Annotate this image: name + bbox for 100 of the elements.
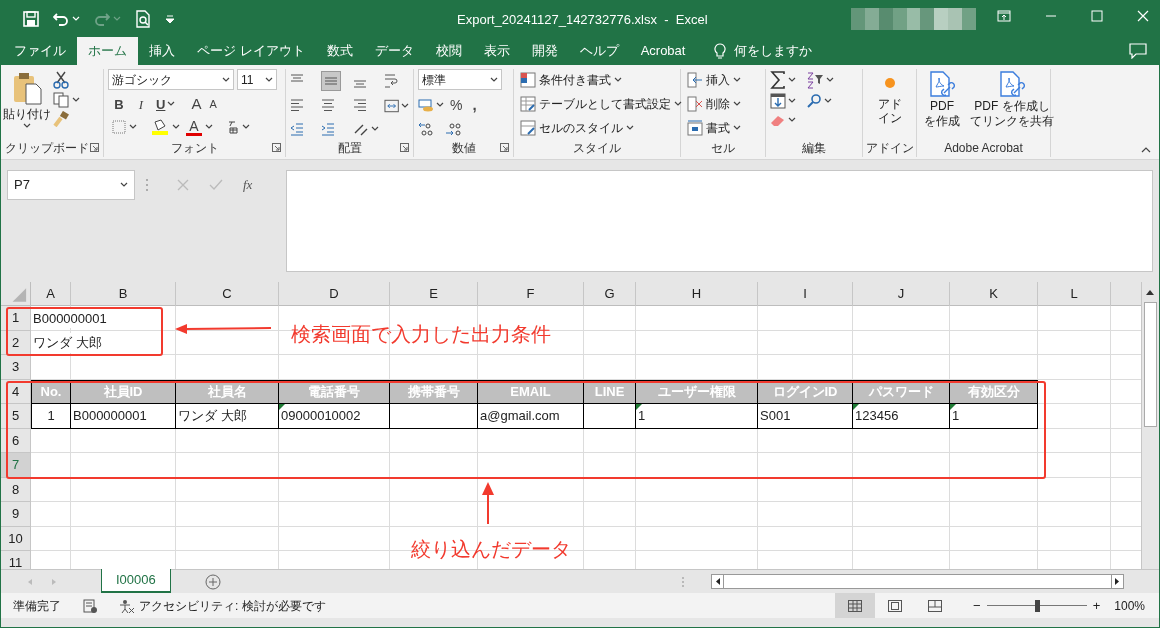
- column-header[interactable]: L: [1038, 282, 1111, 306]
- caret-icon[interactable]: [23, 123, 31, 129]
- vertical-scrollbar[interactable]: [1141, 282, 1159, 569]
- toolbar-button[interactable]: 挿入: [685, 69, 743, 91]
- caret-icon[interactable]: [733, 125, 741, 131]
- fill-down-icon[interactable]: [770, 93, 786, 109]
- maximize-icon[interactable]: [1091, 10, 1103, 22]
- caret-icon[interactable]: [733, 77, 741, 83]
- caret-icon[interactable]: [72, 97, 80, 103]
- row-header[interactable]: 11: [1, 551, 31, 569]
- caret-icon[interactable]: [265, 76, 273, 83]
- scroll-thumb[interactable]: [1144, 302, 1157, 427]
- slider-thumb[interactable]: [1034, 599, 1040, 612]
- toolbar-button[interactable]: セルのスタイル: [518, 117, 684, 139]
- accessibility-icon[interactable]: [119, 598, 135, 613]
- ribbon-tab[interactable]: 表示: [472, 37, 521, 65]
- caret-icon[interactable]: [788, 77, 796, 83]
- row-header[interactable]: 5: [1, 404, 31, 429]
- caret-icon[interactable]: [370, 126, 379, 132]
- sort-filter-icon[interactable]: [806, 71, 824, 89]
- column-header[interactable]: B: [71, 282, 176, 306]
- add-ins-button[interactable]: アド イン: [867, 69, 912, 139]
- caret-icon[interactable]: [222, 76, 230, 83]
- column-header[interactable]: C: [176, 282, 279, 306]
- customize-toolbar-icon[interactable]: [165, 14, 175, 23]
- caret-icon[interactable]: [172, 124, 180, 130]
- lightbulb-icon[interactable]: [714, 43, 727, 59]
- zoom-slider[interactable]: [986, 599, 1087, 612]
- caret-icon[interactable]: [824, 98, 832, 104]
- caret-icon[interactable]: [129, 124, 137, 130]
- font-name-field[interactable]: 游ゴシック: [108, 69, 234, 90]
- collapse-ribbon-icon[interactable]: [1141, 146, 1151, 153]
- shrink-font-button[interactable]: A: [209, 96, 217, 113]
- row-header[interactable]: 3: [1, 355, 31, 380]
- zoom-in-button[interactable]: +: [1092, 595, 1101, 616]
- toolbar-button[interactable]: 書式: [685, 117, 743, 139]
- toolbar-button[interactable]: 条件付き書式: [518, 69, 684, 91]
- toolbar-button[interactable]: 削除: [685, 93, 743, 115]
- row-header[interactable]: 9: [1, 502, 31, 527]
- scroll-up-icon[interactable]: [1145, 288, 1155, 296]
- zoom-out-button[interactable]: −: [973, 595, 981, 616]
- ribbon-tab[interactable]: ファイル: [3, 37, 77, 65]
- column-header[interactable]: A: [31, 282, 71, 306]
- paste-button[interactable]: 貼り付け: [5, 69, 49, 139]
- dialog-launcher-icon[interactable]: [90, 143, 99, 152]
- horizontal-scrollbar[interactable]: [710, 574, 1124, 589]
- align-middle-button[interactable]: [321, 71, 342, 91]
- number-format-field[interactable]: 標準: [418, 69, 502, 90]
- underline-button[interactable]: U: [156, 94, 166, 114]
- ribbon-tab[interactable]: データ: [363, 37, 425, 65]
- column-header[interactable]: F: [478, 282, 584, 306]
- column-header[interactable]: J: [853, 282, 950, 306]
- column-header[interactable]: H: [636, 282, 758, 306]
- ribbon-tab[interactable]: 挿入: [138, 37, 186, 65]
- sheet-tab[interactable]: I00006: [101, 569, 171, 593]
- normal-view-button[interactable]: [835, 593, 876, 618]
- ribbon-tab[interactable]: Acrobat: [629, 37, 697, 65]
- ribbon-tab[interactable]: ページ レイアウト: [186, 37, 316, 65]
- italic-button[interactable]: I: [134, 94, 148, 114]
- row-header[interactable]: 7: [1, 453, 31, 478]
- align-center-icon[interactable]: [321, 98, 336, 114]
- caret-icon[interactable]: [205, 124, 213, 130]
- insert-function-button[interactable]: fx: [243, 175, 253, 195]
- caret-icon[interactable]: [120, 182, 128, 188]
- accessibility-status[interactable]: アクセシビリティ: 検討が必要です: [139, 596, 326, 615]
- align-right-icon[interactable]: [352, 98, 367, 114]
- font-color-button[interactable]: A: [186, 118, 202, 136]
- name-box[interactable]: P7: [7, 170, 135, 200]
- wrap-text-icon[interactable]: [383, 73, 398, 89]
- tell-me-field[interactable]: 何をしますか: [734, 41, 813, 61]
- caret-icon[interactable]: [733, 101, 741, 107]
- row-header[interactable]: 10: [1, 526, 31, 551]
- caret-icon[interactable]: [614, 77, 622, 83]
- column-header[interactable]: D: [279, 282, 390, 306]
- fill-color-icon[interactable]: [151, 119, 169, 135]
- decrease-decimal-icon[interactable]: [444, 120, 462, 137]
- caret-icon[interactable]: [626, 125, 634, 131]
- caret-icon[interactable]: [436, 102, 444, 109]
- ribbon-tab[interactable]: ヘルプ: [568, 37, 630, 65]
- caret-icon[interactable]: [401, 103, 409, 109]
- ribbon-tab[interactable]: 校閲: [424, 37, 473, 65]
- comma-button[interactable]: ,: [472, 94, 477, 117]
- ribbon-tab[interactable]: ホーム: [77, 37, 138, 65]
- percent-button[interactable]: %: [450, 94, 463, 116]
- formula-field[interactable]: [286, 170, 1153, 272]
- column-header[interactable]: K: [950, 282, 1038, 306]
- grow-font-button[interactable]: A: [191, 93, 202, 116]
- dialog-launcher-icon[interactable]: [272, 143, 281, 152]
- format-painter-icon[interactable]: [53, 111, 69, 127]
- ribbon-display-icon[interactable]: [997, 10, 1011, 22]
- increase-decimal-icon[interactable]: [418, 120, 436, 137]
- toolbar-button[interactable]: テーブルとして書式設定: [518, 93, 684, 115]
- font-size-field[interactable]: 11: [237, 69, 277, 90]
- new-sheet-icon[interactable]: [204, 573, 221, 590]
- clipboard-icon[interactable]: [12, 71, 42, 105]
- close-icon[interactable]: [1137, 10, 1149, 22]
- sum-icon[interactable]: [770, 71, 786, 89]
- zoom-level[interactable]: 100%: [1114, 596, 1145, 615]
- ribbon-tab[interactable]: 数式: [315, 37, 364, 65]
- column-header[interactable]: G: [584, 282, 636, 306]
